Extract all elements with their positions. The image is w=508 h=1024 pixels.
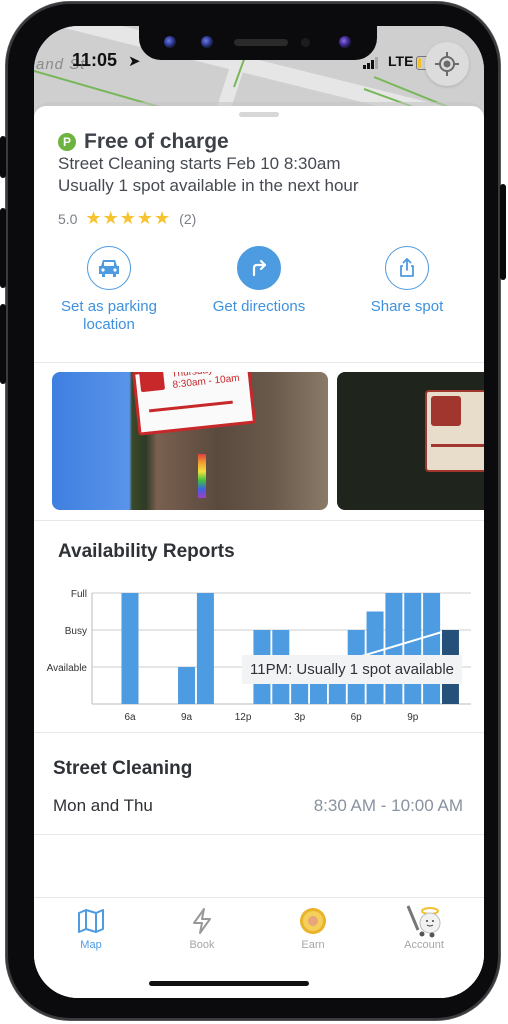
tab-map[interactable]: Map (41, 906, 141, 951)
home-indicator[interactable] (149, 981, 309, 986)
y-tick-label: Full (71, 589, 87, 600)
availability-chart-svg: Available Busy Full 6a 9a 12p 3p 6p 9p (47, 589, 471, 723)
star-rating-icon: ★★★★★ (85, 208, 172, 228)
rating-value: 5.0 (58, 210, 78, 227)
set-parking-location-button[interactable]: Set as parking location (39, 246, 179, 334)
location-arrow-icon: ➤ (128, 53, 141, 70)
divider (34, 732, 484, 733)
x-tick-label: 6a (124, 712, 136, 723)
street-cleaning-title: Street Cleaning (53, 758, 193, 779)
power-button (500, 184, 506, 280)
y-tick-label: Busy (65, 626, 87, 637)
tab-book-label: Book (189, 939, 215, 951)
no-parking-sign: Thursday 8:30am - 10am (132, 372, 257, 436)
parking-badge-icon: P (58, 133, 76, 151)
divider (34, 520, 484, 521)
x-tick-label: 9p (407, 712, 419, 723)
turn-right-arrow-icon (252, 259, 267, 277)
coin-icon (300, 908, 326, 934)
divider (34, 834, 484, 835)
photo-carousel[interactable]: Thursday 8:30am - 10am (52, 372, 484, 510)
bar-10a (196, 593, 214, 704)
spot-title: Free of charge (84, 130, 229, 153)
network-type: LTE (388, 53, 414, 69)
tab-account[interactable]: Account (374, 905, 474, 951)
recenter-location-button[interactable] (425, 42, 469, 86)
signal-icon (363, 57, 379, 69)
rainbow-flag (198, 454, 206, 498)
tab-book[interactable]: Book (152, 906, 252, 951)
bar-9p (404, 593, 422, 704)
mute-switch (0, 136, 6, 178)
tab-map-label: Map (80, 939, 102, 951)
lightning-icon (193, 908, 211, 934)
avatar-icon (406, 905, 441, 938)
tab-account-label: Account (404, 939, 444, 951)
set-parking-location-label: Set as parking location (61, 298, 157, 333)
availability-summary: Usually 1 spot available in the next hou… (58, 176, 359, 195)
chart-tooltip: 11PM: Usually 1 spot available (242, 655, 462, 684)
rating-row[interactable]: 5.0 ★★★★★ (2) (58, 208, 196, 229)
map-icon (78, 909, 104, 933)
street-cleaning-days: Mon and Thu (53, 796, 153, 815)
action-buttons: Set as parking location Get directions S… (34, 246, 484, 346)
x-tick-label: 6p (351, 712, 363, 723)
crosshair-icon (435, 52, 459, 76)
screen: and St 11:05 ➤ LTE P Free of charge Stre… (34, 26, 484, 998)
sheet-grabber[interactable] (239, 112, 279, 117)
no-parking-sign (425, 390, 484, 472)
phone-frame: and St 11:05 ➤ LTE P Free of charge Stre… (0, 2, 506, 1020)
street-cleaning-time: 8:30 AM - 10:00 AM (313, 796, 463, 815)
notch (139, 26, 377, 60)
volume-up-button (0, 208, 6, 288)
tab-bar: Map Book Earn Account (34, 897, 484, 998)
bar-10p (423, 593, 441, 704)
share-icon (400, 258, 414, 277)
spot-details-sheet: P Free of charge Street Cleaning starts … (34, 106, 484, 998)
cleaning-notice: Street Cleaning starts Feb 10 8:30am (58, 154, 341, 173)
y-tick-label: Available (47, 663, 88, 674)
photo-parking-sign-2[interactable] (337, 372, 484, 510)
street-cleaning-row: Mon and Thu 8:30 AM - 10:00 AM (53, 796, 463, 816)
get-directions-label: Get directions (212, 298, 306, 315)
tab-earn-label: Earn (301, 939, 325, 951)
bar-9a (178, 667, 196, 704)
bar-6a (121, 593, 139, 704)
share-spot-button[interactable]: Share spot (337, 246, 477, 316)
photo-parking-sign-1[interactable]: Thursday 8:30am - 10am (52, 372, 328, 510)
tab-earn[interactable]: Earn (263, 906, 363, 951)
status-time: 11:05 (72, 50, 118, 70)
availability-chart[interactable]: Available Busy Full 6a 9a 12p 3p 6p 9p (34, 576, 484, 726)
spot-title-row: P Free of charge (58, 130, 229, 154)
x-tick-label: 3p (294, 712, 306, 723)
availability-title: Availability Reports (58, 541, 235, 562)
get-directions-button[interactable]: Get directions (189, 246, 329, 316)
review-count: (2) (179, 210, 197, 227)
x-tick-label: 9a (181, 712, 193, 723)
divider (34, 362, 484, 363)
x-tick-label: 12p (235, 712, 252, 723)
share-spot-label: Share spot (370, 298, 444, 315)
volume-down-button (0, 304, 6, 384)
car-icon (99, 260, 119, 277)
